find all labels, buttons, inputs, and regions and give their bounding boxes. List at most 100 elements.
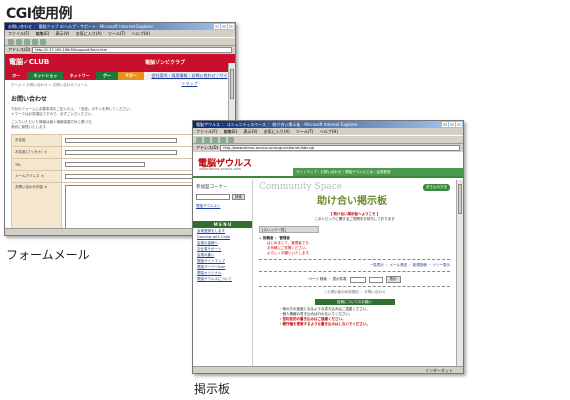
side-link[interactable]: 電脳ザウルスシ <box>193 202 252 211</box>
page-select[interactable] <box>349 276 366 283</box>
nav-links[interactable]: 会社案内｜採用情報｜お問い合わせ｜サイトマップ <box>143 72 235 86</box>
close-button[interactable] <box>456 122 462 127</box>
form-window-title: お問い合わせ ： 電脳クラブ のヘルプ・サポート - Microsoft Int… <box>8 24 154 29</box>
address-input[interactable]: http://1.37.190.166:80/support/form.htm <box>32 47 232 53</box>
board-title: 助け合い掲示板 <box>317 196 387 207</box>
nav-home[interactable]: ホーム <box>5 72 28 86</box>
display-button[interactable]: 表示 <box>385 276 401 283</box>
help-button[interactable]: 書き込み方法 <box>423 184 450 191</box>
page-search-label: ページ 検索 ・ 表示件数 <box>308 277 347 281</box>
search-button[interactable]: 検索 <box>232 194 245 200</box>
board-content: 参加型コーナー 検索 電脳ザウルスシ M E N U 会員登録をします Danc… <box>193 180 463 366</box>
nav-shop[interactable]: ネットショップ <box>27 72 64 86</box>
post-body: はじめまして、管理者です。 お気軽にご質問ください。 よろしくお願いいたします。 <box>267 241 450 256</box>
tel-field[interactable] <box>65 162 145 167</box>
board-main: Community Space 助け合い掲示板 書き込み方法 【 助け合い掲示板… <box>253 180 456 366</box>
board-statusbar: インターネット <box>193 366 463 373</box>
board-window-titlebar: 電脳ザウルス ： コミュニティスペース ： 助け合い掲示板 - Microsof… <box>193 121 463 128</box>
section-title: 参加型コーナー <box>196 185 228 190</box>
site-header: 電脳✓CLUB 電脳ゾンビクラブ <box>5 54 235 72</box>
site-logo[interactable]: 電脳✓CLUB <box>9 57 49 67</box>
board-sidebar: 参加型コーナー 検索 電脳ザウルスシ M E N U 会員登録をします Danc… <box>193 180 253 366</box>
field-label: メールアドレス ＊ <box>11 170 62 183</box>
refresh-icon[interactable] <box>32 38 38 45</box>
status-text: インターネット <box>425 368 453 373</box>
menu-edit[interactable]: 編集(E) <box>36 31 50 36</box>
board-toolbar <box>193 135 463 144</box>
board-navstrip[interactable]: サイトマップ｜お問い合わせ｜電脳ザウルスとは｜会員登録 <box>293 168 463 176</box>
divider <box>259 286 450 287</box>
field-label: お問い合わせ内容 ＊ <box>11 182 62 233</box>
site-logo-right: 電脳ゾンビクラブ <box>145 60 186 66</box>
menu-file[interactable]: ファイル(F) <box>8 31 29 36</box>
message-textarea[interactable] <box>65 185 209 229</box>
refresh-icon[interactable] <box>220 136 226 143</box>
form-heading: お問い合わせ <box>11 96 48 103</box>
name-field[interactable] <box>65 138 177 143</box>
rules-header: 投稿についてのお願い <box>314 299 395 305</box>
maximize-button[interactable] <box>449 122 455 127</box>
forward-icon[interactable] <box>204 136 210 143</box>
caption-board: 掲示板 <box>194 382 231 396</box>
menu-file[interactable]: ファイル(F) <box>196 129 217 134</box>
board-site-header: 電脳ザウルス www.denno-zaurus.com サイトマップ｜お問い合わ… <box>193 152 463 178</box>
thread-bar[interactable]: [スレッド一覧] <box>259 226 319 233</box>
email-field[interactable] <box>65 174 193 179</box>
form-window-titlebar: お問い合わせ ： 電脳クラブ のヘルプ・サポート - Microsoft Int… <box>5 23 235 30</box>
nav-game[interactable]: ゲーム <box>95 72 119 86</box>
minimize-button[interactable] <box>442 122 448 127</box>
close-button[interactable] <box>228 24 234 29</box>
page-title: CGI使用例 <box>6 6 72 22</box>
menu-favorites[interactable]: お気に入り(A) <box>264 129 290 134</box>
address-label: アドレス(D) <box>8 47 31 52</box>
home-icon[interactable] <box>40 38 46 45</box>
form-intro: 下記のフォームに必要事項をご記入の上、「送信」ボタンを押してください。 ＊マーク… <box>11 107 229 117</box>
board-site-url: www.denno-zaurus.com <box>199 167 241 171</box>
menu-help[interactable]: ヘルプ(H) <box>132 31 150 36</box>
address-input[interactable]: http://www.denno-zaurus.com/cgi-bin/foru… <box>220 145 460 151</box>
maximize-button[interactable] <box>221 24 227 29</box>
intro-line: ＊マークは必須項目ですので、必ずご入力ください。 <box>11 112 95 116</box>
nav-support[interactable]: サポート <box>118 72 144 86</box>
board-title-area: Community Space 助け合い掲示板 書き込み方法 <box>259 182 450 207</box>
stop-icon[interactable] <box>212 136 218 143</box>
board-window: 電脳ザウルス ： コミュニティスペース ： 助け合い掲示板 - Microsof… <box>192 120 464 374</box>
menu-edit[interactable]: 編集(E) <box>224 129 238 134</box>
community-label: Community Space <box>259 182 343 192</box>
search-row: 検索 <box>193 192 252 202</box>
back-icon[interactable] <box>8 38 14 45</box>
stop-icon[interactable] <box>24 38 30 45</box>
board-links[interactable]: 一覧表示 ・ メール発送 ・ 新規投稿 ・ ツリー表示 <box>259 263 450 268</box>
menu-tools[interactable]: ツール(T) <box>108 31 126 36</box>
menu-item[interactable]: 電脳ザウルスについて <box>193 276 252 282</box>
field-label: お名前(フリガナ) ＊ <box>11 146 62 159</box>
count-input[interactable] <box>368 276 383 283</box>
kana-field[interactable] <box>65 150 177 155</box>
home-icon[interactable] <box>228 136 234 143</box>
form-address-bar: アドレス(D) http://1.37.190.166:80/support/f… <box>5 46 235 54</box>
menu-tools[interactable]: ツール(T) <box>296 129 314 134</box>
board-scrollbar[interactable] <box>456 180 463 366</box>
divider <box>259 259 450 260</box>
menu-view[interactable]: 表示(V) <box>244 129 258 134</box>
forward-icon[interactable] <box>16 38 22 45</box>
caption-form-mail: フォームメール <box>6 248 90 262</box>
sub-line: このトピックに関するご質問をお待ちしております <box>314 217 395 221</box>
menu-favorites[interactable]: お気に入り(A) <box>76 31 102 36</box>
divider <box>259 271 450 272</box>
menu-help[interactable]: ヘルプ(H) <box>320 129 338 134</box>
form-menubar: ファイル(F) 編集(E) 表示(V) お気に入り(A) ツール(T) ヘルプ(… <box>5 30 235 37</box>
field-label: TEL <box>11 158 62 171</box>
rule-item: ・著作権を侵害するような書き込みはしないでください。 <box>279 322 370 326</box>
site-nav: ホーム ネットショップ ネットワーク ゲーム サポート 会社案内｜採用情報｜お問… <box>5 72 235 86</box>
post-line: よろしくお願いいたします。 <box>267 251 313 255</box>
nav-network[interactable]: ネットワーク <box>63 72 96 86</box>
page-search-row: ページ 検索 ・ 表示件数 表示 <box>259 276 450 283</box>
board-window-title: 電脳ザウルス ： コミュニティスペース ： 助け合い掲示板 - Microsof… <box>196 122 358 127</box>
minimize-button[interactable] <box>214 24 220 29</box>
footer-note[interactable]: この掲示板の利用規約 ／ お問い合わせ <box>259 290 450 295</box>
menu-view[interactable]: 表示(V) <box>56 31 70 36</box>
back-icon[interactable] <box>196 136 202 143</box>
search-input[interactable] <box>196 194 230 200</box>
address-label: アドレス(D) <box>196 145 219 150</box>
